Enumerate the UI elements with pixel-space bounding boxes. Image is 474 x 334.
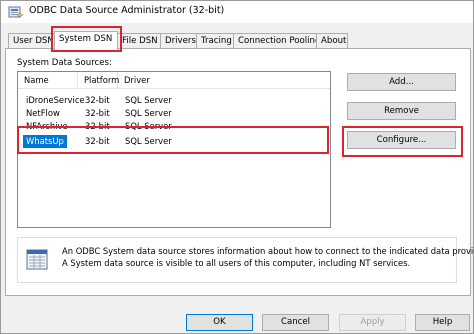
list-header: Name Platform Driver [18, 72, 330, 89]
tab-connection-pooling[interactable]: Connection Pooling [233, 33, 317, 49]
ok-button[interactable]: OK [186, 314, 253, 331]
data-source-icon [26, 249, 48, 270]
info-panel: An ODBC System data source stores inform… [17, 237, 474, 283]
column-header-name[interactable]: Name [18, 72, 78, 89]
remove-button[interactable]: Remove [347, 102, 456, 120]
system-data-sources-label: System Data Sources: [17, 58, 112, 68]
dsn-platform: 32-bit [85, 121, 110, 131]
dsn-name: iDroneService [26, 95, 85, 105]
info-text-line-2: A System data source is visible to all u… [62, 258, 411, 268]
tab-file-dsn[interactable]: File DSN [117, 33, 161, 49]
cancel-button[interactable]: Cancel [262, 314, 329, 331]
dsn-driver: SQL Server [125, 108, 172, 118]
help-button[interactable]: Help [415, 314, 470, 331]
info-text-line-1: An ODBC System data source stores inform… [62, 246, 474, 256]
dsn-platform: 32-bit [85, 95, 110, 105]
dsn-driver: SQL Server [125, 136, 172, 146]
dsn-name: NFArchive [26, 121, 68, 131]
tab-tracing[interactable]: Tracing [196, 33, 234, 49]
list-item[interactable]: iDroneService 32-bit SQL Server [18, 94, 330, 107]
column-header-driver[interactable]: Driver [118, 72, 330, 89]
title-bar[interactable]: ODBC Data Source Administrator (32-bit) [1, 1, 473, 23]
configure-button[interactable]: Configure... [347, 131, 456, 149]
dsn-platform: 32-bit [85, 136, 110, 146]
dsn-name: WhatsUp [23, 135, 67, 148]
list-item[interactable]: NFArchive 32-bit SQL Server [18, 120, 330, 133]
apply-button[interactable]: Apply [339, 314, 406, 331]
dsn-driver: SQL Server [125, 95, 172, 105]
column-header-platform[interactable]: Platform [78, 72, 119, 89]
tab-drivers[interactable]: Drivers [160, 33, 197, 49]
odbc-administrator-window: ODBC Data Source Administrator (32-bit) … [0, 0, 474, 334]
dsn-driver: SQL Server [125, 121, 172, 131]
tab-strip: User DSN System DSN File DSN Drivers Tra… [5, 31, 471, 50]
dialog-buttons: OK Cancel Apply Help [1, 305, 473, 334]
tab-about[interactable]: About [316, 33, 348, 49]
list-item-selected[interactable]: WhatsUp 32-bit SQL Server [18, 135, 330, 148]
data-source-list[interactable]: Name Platform Driver iDroneService 32-bi… [17, 71, 331, 228]
dsn-platform: 32-bit [85, 108, 110, 118]
tab-user-dsn[interactable]: User DSN [8, 33, 55, 49]
list-item[interactable]: NetFlow 32-bit SQL Server [18, 107, 330, 120]
tab-system-dsn[interactable]: System DSN [54, 31, 118, 50]
window-title: ODBC Data Source Administrator (32-bit) [29, 5, 225, 16]
dsn-name: NetFlow [26, 108, 60, 118]
add-button[interactable]: Add... [347, 73, 456, 91]
odbc-database-icon [8, 6, 23, 18]
